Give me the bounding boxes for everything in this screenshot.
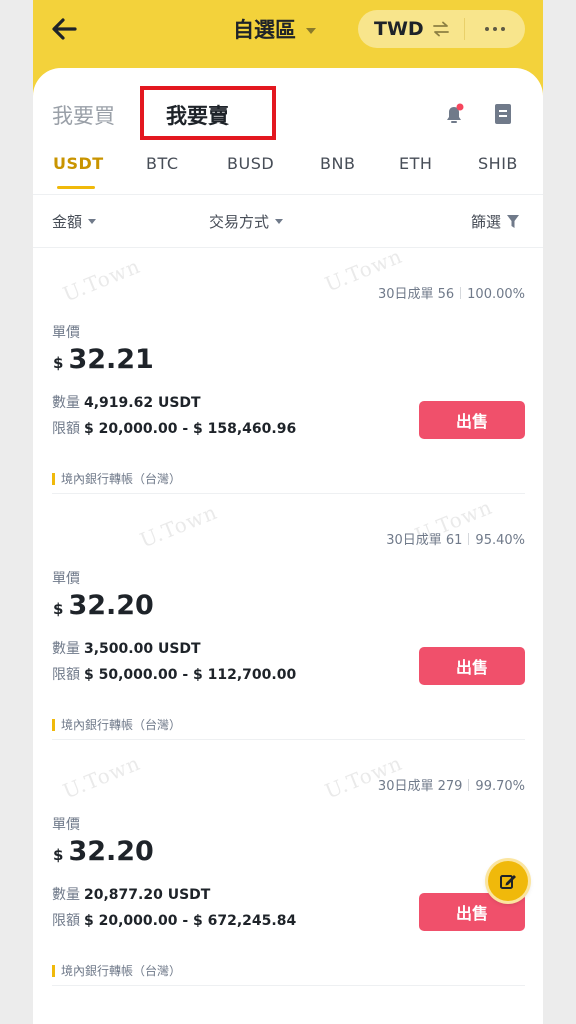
quantity-value: 3,500.00 USDT bbox=[84, 641, 201, 657]
sell-tab-highlight-box bbox=[140, 86, 276, 140]
limit-value: $ 20,000.00 - $ 672,245.84 bbox=[84, 913, 297, 929]
coin-tab-busd[interactable]: BUSD bbox=[227, 154, 274, 173]
tab-buy[interactable]: 我要買 bbox=[52, 100, 115, 130]
payment-filter[interactable]: 交易方式 bbox=[209, 211, 284, 232]
payment-filter-label: 交易方式 bbox=[209, 213, 270, 231]
price-value: 32.20 bbox=[68, 590, 154, 621]
ad-item: U.Town U.Town 30日成單 61 95.40% 單價 $32.20 數… bbox=[33, 494, 543, 740]
coin-tab-usdt[interactable]: USDT bbox=[53, 154, 104, 173]
funnel-icon bbox=[507, 215, 520, 228]
sell-button[interactable]: 出售 bbox=[419, 647, 525, 685]
caret-down-icon bbox=[275, 219, 284, 224]
divider bbox=[52, 985, 525, 986]
limit-row: 限額 $ 50,000.00 - $ 112,700.00 bbox=[52, 664, 296, 684]
coin-tab-shib[interactable]: SHIB bbox=[478, 154, 518, 173]
quantity-label: 數量 bbox=[52, 395, 80, 411]
quantity-row: 數量 4,919.62 USDT bbox=[52, 392, 201, 412]
orders-30d: 30日成單 279 bbox=[377, 779, 463, 794]
orders-30d: 30日成單 61 bbox=[386, 533, 463, 548]
amount-filter-label: 金額 bbox=[52, 213, 83, 231]
coin-tabs: USDT BTC BUSD BNB ETH SHIB bbox=[33, 148, 543, 195]
price-label: 單價 bbox=[52, 571, 80, 587]
completion-rate: 99.70% bbox=[475, 779, 525, 794]
price-label: 單價 bbox=[52, 325, 80, 341]
ad-stats: 30日成單 56 100.00% bbox=[378, 283, 525, 302]
limit-row: 限額 $ 20,000.00 - $ 672,245.84 bbox=[52, 910, 296, 930]
coin-tab-btc[interactable]: BTC bbox=[146, 154, 178, 173]
edit-icon bbox=[500, 875, 516, 889]
price-label: 單價 bbox=[52, 817, 80, 833]
filter-bar: 金額 交易方式 篩選 bbox=[33, 195, 543, 248]
page-title-selector[interactable]: 自選區 bbox=[233, 14, 316, 44]
ad-item: U.Town U.Town 30日成單 279 99.70% 單價 $32.20 … bbox=[33, 740, 543, 986]
limit-row: 限額 $ 20,000.00 - $ 158,460.96 bbox=[52, 418, 296, 438]
currency-symbol: $ bbox=[53, 600, 64, 618]
price-value: 32.21 bbox=[68, 344, 154, 375]
filter-label: 篩選 bbox=[471, 213, 502, 231]
chevron-down-icon bbox=[306, 27, 316, 34]
payment-method: 境內銀行轉帳（台灣） bbox=[52, 716, 181, 733]
watermark: U.Town bbox=[59, 253, 144, 307]
ad-stats: 30日成單 279 99.70% bbox=[378, 775, 525, 794]
more-icon[interactable] bbox=[483, 25, 507, 33]
quantity-label: 數量 bbox=[52, 641, 80, 657]
payment-method: 境內銀行轉帳（台灣） bbox=[52, 962, 181, 979]
limit-label: 限額 bbox=[52, 913, 80, 929]
ad-item: U.Town U.Town 30日成單 56 100.00% 單價 $32.21 … bbox=[33, 244, 543, 494]
completion-rate: 95.40% bbox=[475, 533, 525, 548]
sell-button[interactable]: 出售 bbox=[419, 401, 525, 439]
ad-stats: 30日成單 61 95.40% bbox=[386, 529, 525, 548]
price: $32.21 bbox=[53, 344, 154, 375]
app-window: 自選區 TWD 我要買 我要賣 USDT BTC BUSD BNB ETH SH… bbox=[33, 0, 543, 1024]
limit-label: 限額 bbox=[52, 667, 80, 683]
pill-divider bbox=[463, 18, 465, 40]
limit-value: $ 20,000.00 - $ 158,460.96 bbox=[84, 421, 297, 437]
orders-icon[interactable] bbox=[493, 103, 513, 125]
amount-filter[interactable]: 金額 bbox=[52, 211, 97, 232]
back-arrow-icon[interactable] bbox=[47, 14, 83, 44]
completion-rate: 100.00% bbox=[467, 287, 525, 302]
currency-selector[interactable]: TWD bbox=[358, 10, 525, 48]
active-tab-underline bbox=[57, 186, 95, 189]
limit-value: $ 50,000.00 - $ 112,700.00 bbox=[84, 667, 297, 683]
payment-method-label: 境內銀行轉帳（台灣） bbox=[61, 964, 182, 978]
quantity-row: 數量 3,500.00 USDT bbox=[52, 638, 201, 658]
caret-down-icon bbox=[88, 219, 97, 224]
currency-label: TWD bbox=[374, 18, 424, 40]
quantity-label: 數量 bbox=[52, 887, 80, 903]
payment-method: 境內銀行轉帳（台灣） bbox=[52, 470, 181, 487]
quantity-row: 數量 20,877.20 USDT bbox=[52, 884, 210, 904]
filter-button[interactable]: 篩選 bbox=[471, 211, 520, 232]
floating-edit-button[interactable] bbox=[488, 861, 528, 901]
quantity-value: 4,919.62 USDT bbox=[84, 395, 201, 411]
swap-icon bbox=[432, 21, 449, 37]
coin-tab-bnb[interactable]: BNB bbox=[320, 154, 355, 173]
coin-tab-eth[interactable]: ETH bbox=[399, 154, 432, 173]
price: $32.20 bbox=[53, 836, 154, 867]
limit-label: 限額 bbox=[52, 421, 80, 437]
quantity-value: 20,877.20 USDT bbox=[84, 887, 211, 903]
content-card: 我要買 我要賣 USDT BTC BUSD BNB ETH SHIB 金額 交易… bbox=[33, 68, 543, 1024]
page-title: 自選區 bbox=[233, 18, 296, 42]
payment-method-label: 境內銀行轉帳（台灣） bbox=[61, 472, 182, 486]
top-bar: 自選區 TWD bbox=[33, 0, 543, 62]
currency-symbol: $ bbox=[53, 354, 64, 372]
price: $32.20 bbox=[53, 590, 154, 621]
watermark: U.Town bbox=[59, 750, 144, 804]
price-value: 32.20 bbox=[68, 836, 154, 867]
watermark: U.Town bbox=[136, 499, 221, 553]
orders-30d: 30日成單 56 bbox=[377, 287, 455, 302]
currency-symbol: $ bbox=[53, 846, 64, 864]
bell-icon[interactable] bbox=[442, 102, 466, 126]
payment-method-label: 境內銀行轉帳（台灣） bbox=[61, 718, 182, 732]
